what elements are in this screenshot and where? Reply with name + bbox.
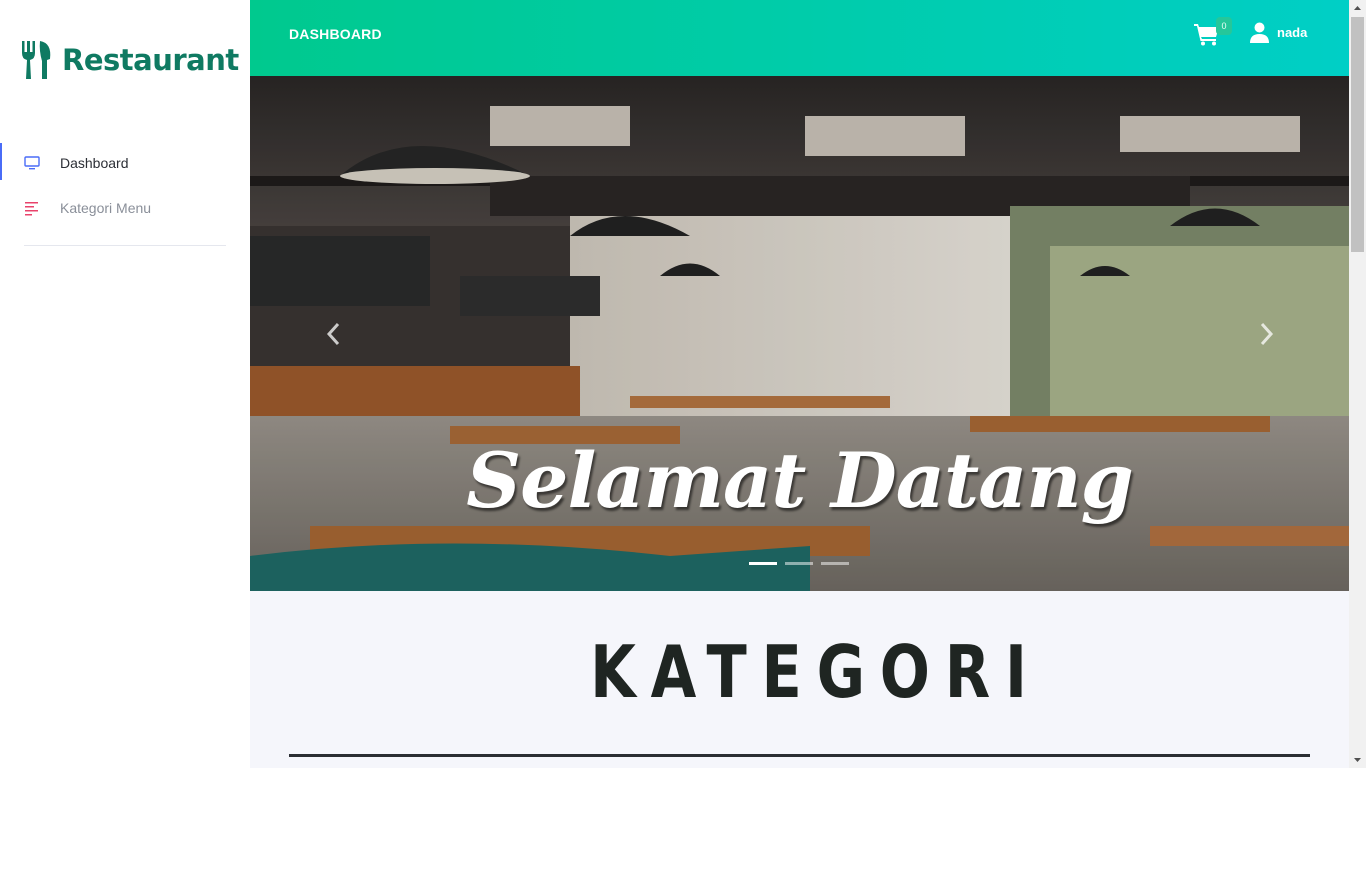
sidebar-item-label: Dashboard — [60, 154, 129, 171]
brand-logo[interactable]: Restaurant — [20, 38, 239, 82]
sidebar-nav: Dashboard Kategori Menu — [0, 140, 250, 230]
topbar: DASHBOARD 0 nada — [250, 0, 1349, 76]
triangle-up-icon — [1354, 6, 1361, 10]
sidebar-item-dashboard[interactable]: Dashboard — [0, 140, 250, 185]
carousel-indicator[interactable] — [749, 562, 777, 565]
carousel-indicators — [749, 562, 849, 565]
page-scrollbar[interactable] — [1349, 0, 1366, 768]
carousel-caption: Selamat Datang — [466, 436, 1133, 525]
section-divider — [289, 754, 1310, 757]
sidebar-item-kategori-menu[interactable]: Kategori Menu — [0, 185, 250, 230]
sidebar-divider — [24, 245, 226, 246]
chevron-left-icon — [326, 322, 340, 346]
user-name: nada — [1277, 25, 1308, 40]
page-title: DASHBOARD — [289, 26, 382, 42]
scroll-down-button[interactable] — [1349, 751, 1366, 768]
carousel-next-button[interactable] — [1256, 321, 1276, 347]
section-title: KATEGORI — [590, 630, 1042, 714]
brand-name: Restaurant — [62, 43, 239, 77]
app-viewport: Restaurant Dashboard Kategori Menu DASHB… — [0, 0, 1366, 768]
user-menu[interactable]: nada — [1250, 22, 1307, 43]
chevron-right-icon — [1260, 322, 1274, 346]
user-icon — [1250, 22, 1269, 43]
monitor-icon — [24, 155, 40, 169]
fork-knife-icon — [22, 41, 51, 79]
cart-count-badge: 0 — [1216, 17, 1232, 35]
scroll-up-button[interactable] — [1349, 0, 1366, 17]
sidebar-item-label: Kategori Menu — [60, 199, 152, 216]
carousel-prev-button[interactable] — [324, 321, 344, 347]
hero-carousel: Selamat Datang — [250, 76, 1349, 591]
sidebar: Restaurant Dashboard Kategori Menu — [0, 0, 250, 768]
carousel-indicator[interactable] — [821, 562, 849, 565]
carousel-indicator[interactable] — [785, 562, 813, 565]
cart-button[interactable]: 0 — [1194, 17, 1232, 50]
triangle-down-icon — [1354, 758, 1361, 762]
scrollbar-thumb[interactable] — [1351, 17, 1364, 252]
menu-lines-icon — [25, 201, 38, 215]
